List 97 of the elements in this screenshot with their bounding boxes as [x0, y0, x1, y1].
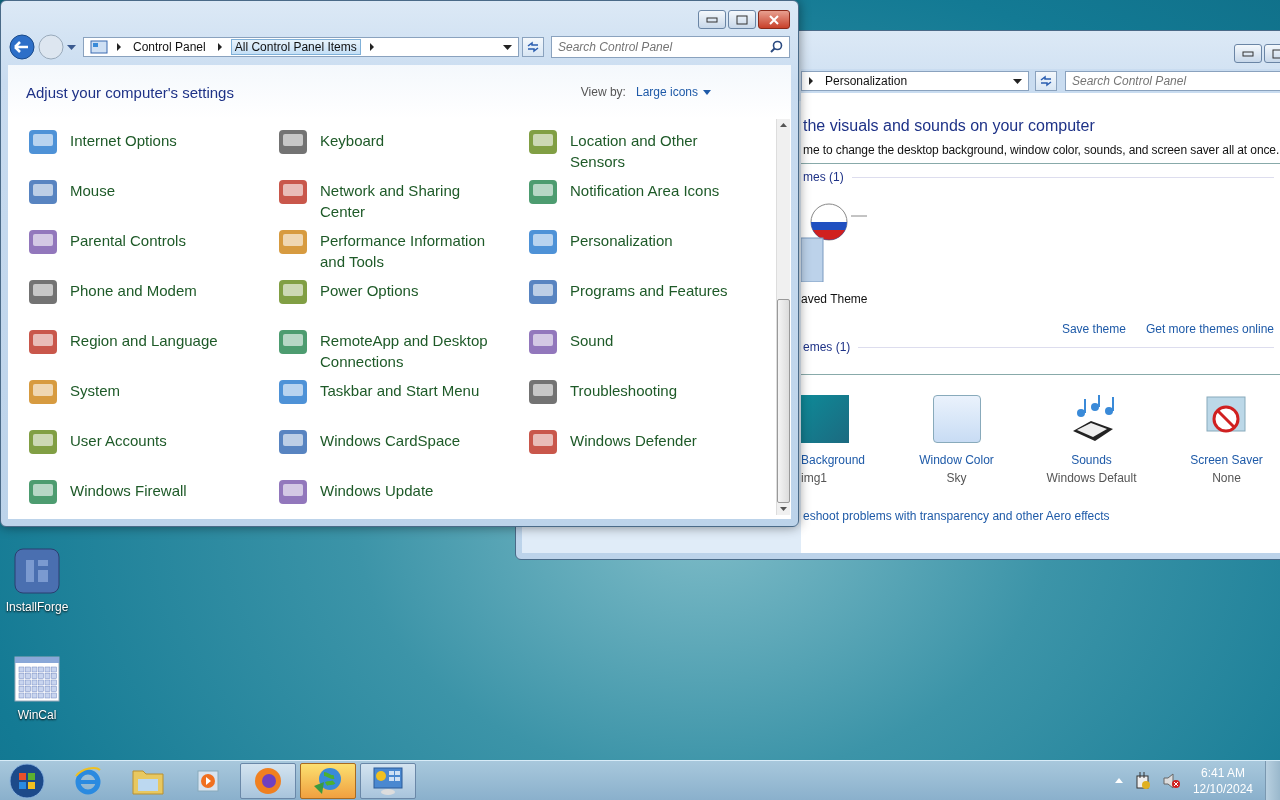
- globe-icon: [312, 765, 344, 796]
- scroll-up-arrow-icon[interactable]: [780, 123, 787, 127]
- applet-link[interactable]: Parental Controls: [70, 225, 245, 251]
- setting-link[interactable]: Sounds: [1071, 453, 1112, 467]
- caret-icon: [703, 89, 711, 95]
- setting-value: Windows Default: [1046, 471, 1137, 485]
- fox-browser-icon: [253, 765, 283, 796]
- scrollbar-thumb[interactable]: [777, 299, 790, 503]
- minimize-icon: [1242, 50, 1254, 57]
- taskbar-button[interactable]: [360, 762, 416, 799]
- back-button[interactable]: [9, 34, 35, 60]
- taskbar-button[interactable]: [240, 762, 296, 799]
- refresh-button[interactable]: [1035, 71, 1057, 91]
- theme-name[interactable]: aved Theme: [801, 282, 1280, 306]
- scroll-down-arrow-icon[interactable]: [780, 507, 787, 511]
- search-field[interactable]: Search Control Panel: [1065, 71, 1280, 91]
- maximize-icon: [736, 14, 748, 25]
- start-button[interactable]: [8, 761, 46, 800]
- page-heading: Adjust your computer's settings: [26, 83, 235, 101]
- applet-link[interactable]: Power Options: [320, 275, 495, 301]
- applet-link[interactable]: Windows Defender: [570, 425, 745, 451]
- setting-link[interactable]: Background: [801, 453, 866, 467]
- view-by-dropdown[interactable]: Large icons: [635, 85, 711, 99]
- troubleshoot-link[interactable]: eshoot problems with transparency and other Aero effects: [801, 485, 1280, 523]
- refresh-icon: [1039, 75, 1053, 87]
- theme-link[interactable]: Save theme: [1061, 322, 1126, 336]
- search-icon: [770, 40, 783, 53]
- chevron-icon: [216, 43, 223, 51]
- close-icon: [768, 14, 780, 25]
- applet-link[interactable]: Programs and Features: [570, 275, 745, 301]
- history-dropdown-icon[interactable]: [67, 44, 76, 50]
- control-panel-icon: [90, 40, 108, 54]
- applet-link[interactable]: Sound: [570, 325, 745, 351]
- minimize-icon: [706, 16, 718, 23]
- applet-link[interactable]: Network and Sharing Center: [320, 175, 495, 222]
- applet-link[interactable]: Keyboard: [320, 125, 495, 151]
- breadcrumb-item[interactable]: All Control Panel Items: [230, 39, 361, 55]
- breadcrumb-item[interactable]: Personalization: [822, 74, 911, 88]
- applet-link[interactable]: Taskbar and Start Menu: [320, 375, 495, 401]
- applet-link[interactable]: Personalization: [570, 225, 745, 251]
- setting-link[interactable]: Window Color: [919, 453, 994, 467]
- applet-link[interactable]: Windows CardSpace: [320, 425, 495, 451]
- taskbar-button[interactable]: [300, 762, 356, 799]
- chevron-icon: [116, 43, 122, 51]
- applet-link[interactable]: User Accounts: [70, 425, 245, 451]
- applet-link[interactable]: Location and Other Sensors: [570, 125, 745, 172]
- speaker-muted-icon[interactable]: [1162, 772, 1181, 789]
- group-header: emes (1): [803, 340, 851, 354]
- close-button[interactable]: [758, 10, 790, 29]
- chevron-icon: [368, 43, 375, 51]
- applet-link[interactable]: Phone and Modem: [70, 275, 245, 301]
- minimize-button[interactable]: [698, 10, 726, 29]
- scrollbar[interactable]: [776, 119, 790, 515]
- control-panel-icon: [372, 765, 404, 796]
- show-desktop-button[interactable]: [1265, 761, 1280, 800]
- applet-link[interactable]: System: [70, 375, 245, 401]
- address-bar[interactable]: Personalization: [801, 71, 1029, 91]
- applet-link[interactable]: Internet Options: [70, 125, 245, 151]
- dropdown-arrow-icon[interactable]: [1013, 78, 1022, 84]
- setting-value: None: [1212, 471, 1241, 485]
- calendar-icon[interactable]: [14, 656, 60, 702]
- desktop-icon-label[interactable]: WinCal: [17, 708, 57, 722]
- setting-value: Sky: [946, 471, 967, 485]
- clock-date: 12/10/2024: [1192, 780, 1253, 797]
- maximize-button[interactable]: [728, 10, 756, 29]
- desktop-icon-label[interactable]: InstallForge: [5, 600, 69, 614]
- network-icon[interactable]: [1134, 771, 1151, 790]
- setting-link[interactable]: Screen Saver: [1190, 453, 1263, 467]
- theme-link[interactable]: Get more themes online: [1145, 322, 1274, 336]
- setting-value: img1: [801, 471, 827, 485]
- refresh-button[interactable]: [522, 37, 544, 57]
- applet-link[interactable]: Notification Area Icons: [570, 175, 745, 201]
- clock-time: 6:41 AM: [1200, 764, 1245, 781]
- applet-link[interactable]: Windows Update: [320, 475, 495, 501]
- group-header: mes (1): [803, 170, 844, 184]
- applet-link[interactable]: Mouse: [70, 175, 245, 201]
- applet-link[interactable]: Troubleshooting: [570, 375, 745, 401]
- address-bar[interactable]: Control Panel All Control Panel Items: [83, 37, 519, 57]
- breadcrumb-item[interactable]: Control Panel: [130, 40, 209, 54]
- color-swatch[interactable]: [932, 395, 981, 443]
- search-field[interactable]: Search Control Panel: [551, 36, 790, 58]
- maximize-icon: [1272, 48, 1280, 59]
- applet-link[interactable]: Region and Language: [70, 325, 245, 351]
- applet-link[interactable]: RemoteApp and Desktop Connections: [320, 325, 495, 372]
- show-hidden-icons-arrow-icon[interactable]: [1114, 778, 1123, 783]
- wallpaper-thumbnail[interactable]: [801, 395, 849, 443]
- applet-link[interactable]: Windows Firewall: [70, 475, 245, 501]
- refresh-icon: [526, 41, 540, 53]
- minimize-button[interactable]: [1234, 44, 1262, 63]
- page-description: me to change the desktop background, window color, sounds, and screen saver all at once.: [802, 142, 1280, 157]
- view-by-label: View by:: [580, 85, 626, 99]
- dropdown-arrow-icon[interactable]: [503, 44, 512, 50]
- page-heading: the visuals and sounds on your computer: [802, 116, 1096, 135]
- applet-link[interactable]: Performance Information and Tools: [320, 225, 495, 272]
- chevron-icon: [808, 77, 814, 85]
- installer-icon[interactable]: [14, 548, 60, 594]
- browser-e-icon: [73, 765, 103, 796]
